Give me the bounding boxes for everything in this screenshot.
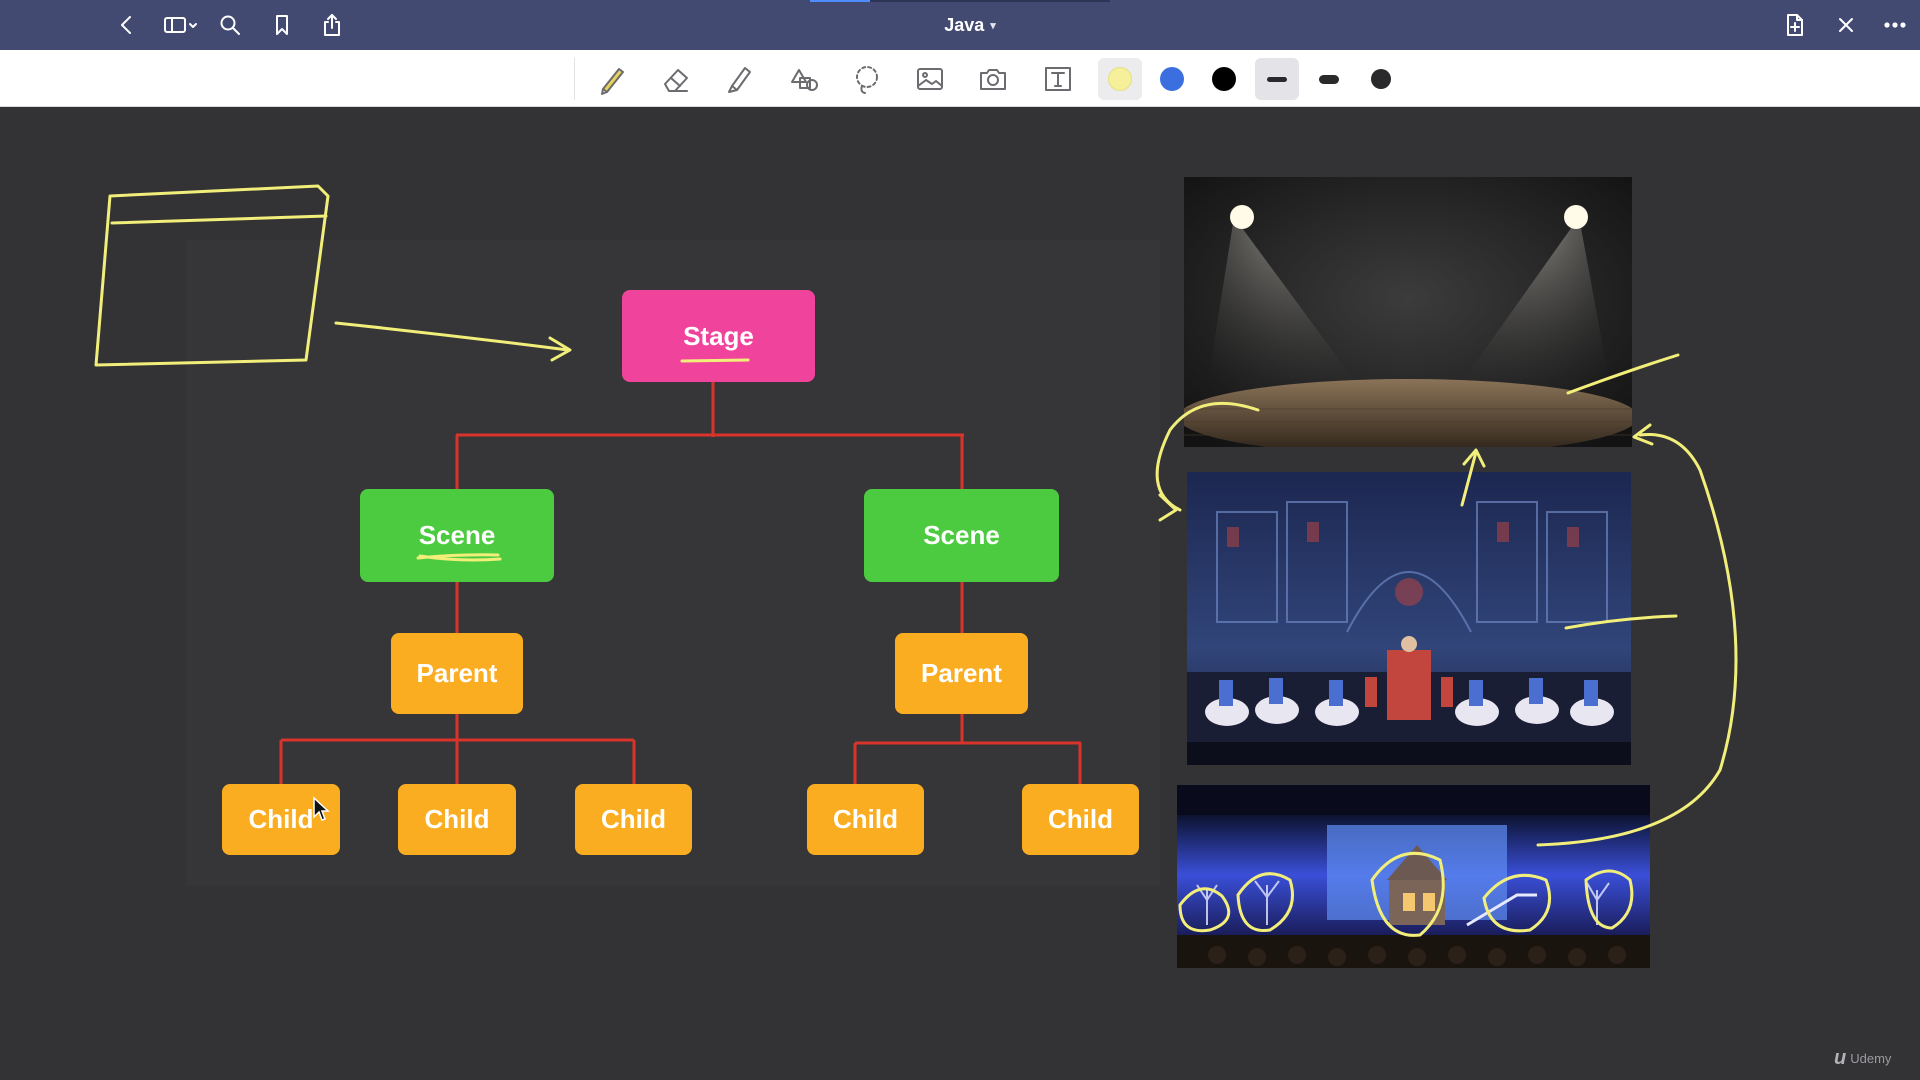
child-node[interactable]: Child (807, 784, 924, 855)
stroke-size-medium[interactable] (1307, 58, 1351, 100)
child-node[interactable]: Child (575, 784, 692, 855)
document-title-text: Java (944, 14, 985, 35)
lasso-icon[interactable] (845, 58, 889, 100)
close-icon[interactable] (1829, 9, 1863, 41)
page-indicator (810, 0, 1110, 2)
parent-node-left[interactable]: Parent (391, 633, 523, 714)
highlighter-icon[interactable] (717, 58, 761, 100)
more-icon[interactable] (1878, 9, 1912, 41)
child-node[interactable]: Child (398, 784, 516, 855)
scene-node-right[interactable]: Scene (864, 489, 1059, 582)
stroke-preview (1267, 76, 1287, 82)
sidebar-toggle-icon[interactable] (160, 9, 200, 41)
child-label: Child (1048, 804, 1113, 834)
toolbar-divider (574, 58, 575, 100)
document-title[interactable]: Java ▾ (910, 13, 1030, 37)
scene-label: Scene (418, 520, 496, 550)
theater-set-image (1177, 785, 1650, 968)
stroke-size-thin[interactable] (1255, 58, 1299, 100)
drawing-toolbar (0, 50, 1920, 107)
color-swatch-black[interactable] (1202, 58, 1246, 100)
color-swatch-yellow[interactable] (1098, 58, 1142, 100)
scene-label: Scene (923, 520, 1000, 550)
text-box-icon[interactable] (1036, 58, 1080, 100)
eraser-icon[interactable] (654, 58, 698, 100)
shapes-icon[interactable] (781, 58, 825, 100)
new-page-icon[interactable] (1778, 9, 1812, 41)
watermark-text: Udemy (1850, 1050, 1892, 1066)
theater-set-photo[interactable] (1177, 785, 1650, 968)
parent-label: Parent (921, 658, 1002, 688)
stroke-preview (1371, 69, 1391, 89)
bookmark-icon[interactable] (265, 9, 299, 41)
child-label: Child (424, 804, 490, 834)
child-label: Child (248, 804, 314, 834)
child-label: Child (833, 804, 898, 834)
empty-stage-photo[interactable] (1184, 177, 1632, 447)
stage-node[interactable]: Stage (622, 290, 815, 382)
mouse-cursor-icon (313, 796, 330, 821)
camera-icon[interactable] (971, 58, 1015, 100)
back-icon[interactable] (110, 9, 144, 41)
child-node[interactable]: Child (1022, 784, 1139, 855)
color-dot (1160, 67, 1184, 91)
parent-label: Parent (416, 658, 498, 688)
color-dot (1108, 67, 1132, 91)
color-dot (1212, 67, 1236, 91)
search-icon[interactable] (213, 9, 247, 41)
udemy-watermark: u Udemy (1834, 1046, 1912, 1070)
scene-node-left[interactable]: Scene (360, 489, 554, 582)
color-swatch-blue[interactable] (1150, 58, 1194, 100)
udemy-logo-icon: u (1834, 1046, 1847, 1069)
empty-stage-image (1184, 177, 1632, 447)
stroke-preview (1319, 74, 1339, 84)
dance-performance-image (1187, 472, 1631, 765)
pen-icon[interactable] (590, 58, 634, 100)
image-icon[interactable] (908, 58, 952, 100)
stroke-size-thick[interactable] (1359, 58, 1403, 100)
title-bar: Java ▾ (0, 0, 1920, 50)
chevron-down-icon: ▾ (990, 19, 996, 32)
share-icon[interactable] (315, 9, 349, 41)
parent-node-right[interactable]: Parent (895, 633, 1028, 714)
stage-label: Stage (683, 320, 754, 351)
dance-performance-photo[interactable] (1187, 472, 1631, 765)
child-label: Child (601, 804, 666, 834)
